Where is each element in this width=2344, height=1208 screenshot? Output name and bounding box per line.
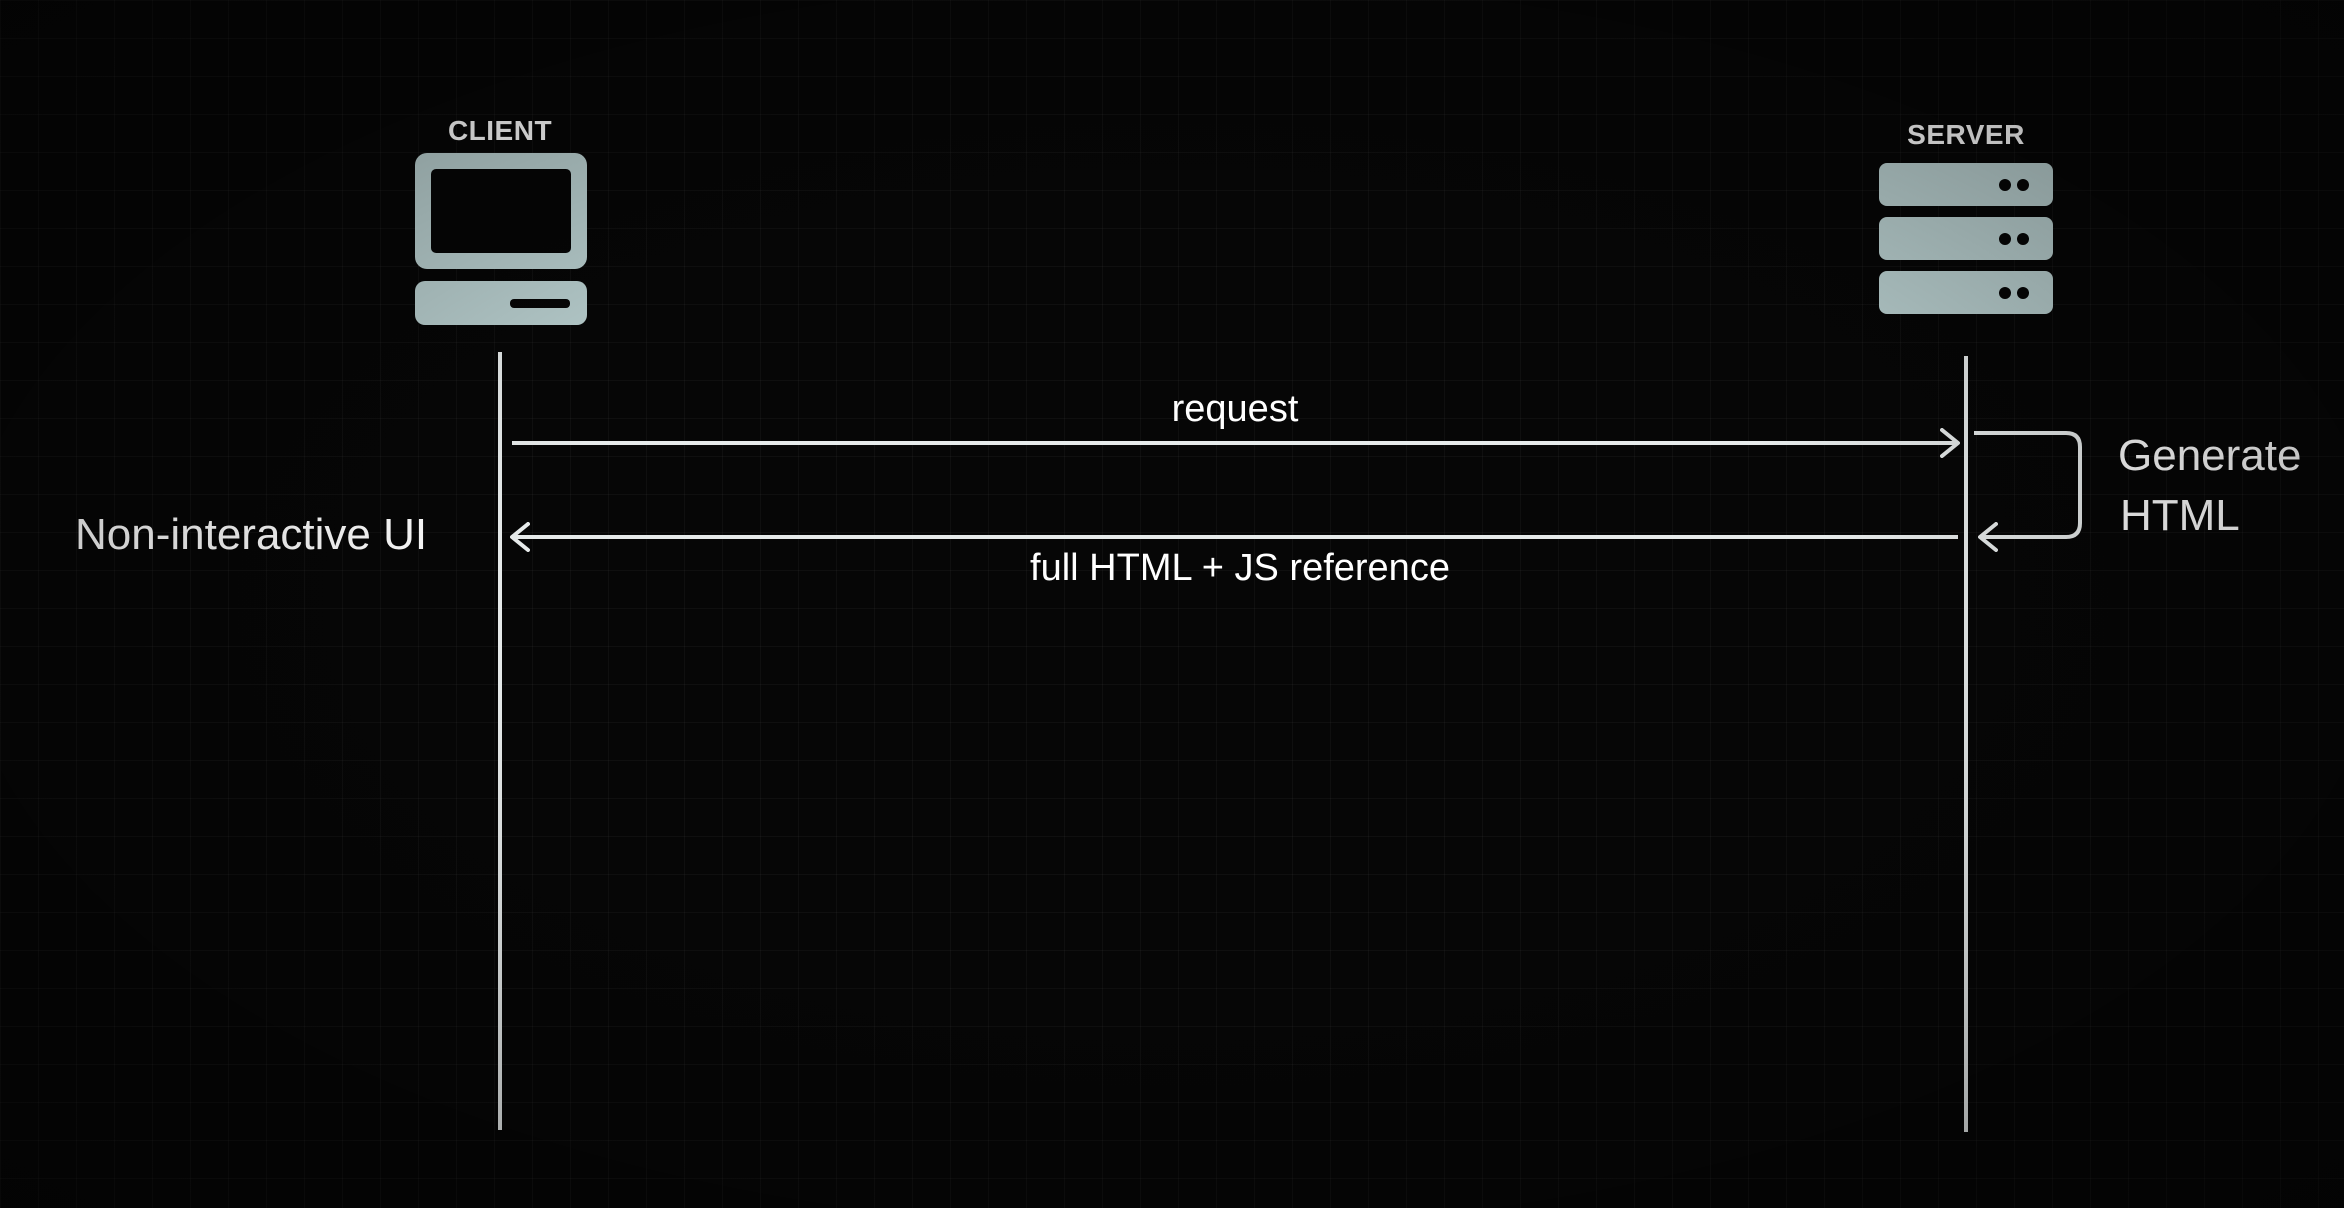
- generate-html-label-line1: Generate: [2118, 431, 2302, 480]
- computer-icon: [415, 153, 587, 325]
- client-label: CLIENT: [447, 115, 553, 146]
- request-label: request: [1171, 388, 1299, 430]
- server-label: SERVER: [1907, 119, 2025, 150]
- client-result-label: Non-interactive UI: [75, 510, 428, 559]
- server-rack-icon: [1879, 163, 2053, 314]
- generate-html-loop-arrow: [1974, 431, 2082, 552]
- sequence-diagram: CLIENT SERVER request full HTML + JS ref…: [0, 0, 2344, 1208]
- diagram-graphics: [415, 153, 2082, 1132]
- response-label: full HTML + JS reference: [1030, 547, 1450, 589]
- generate-html-label-line2: HTML: [2120, 491, 2240, 540]
